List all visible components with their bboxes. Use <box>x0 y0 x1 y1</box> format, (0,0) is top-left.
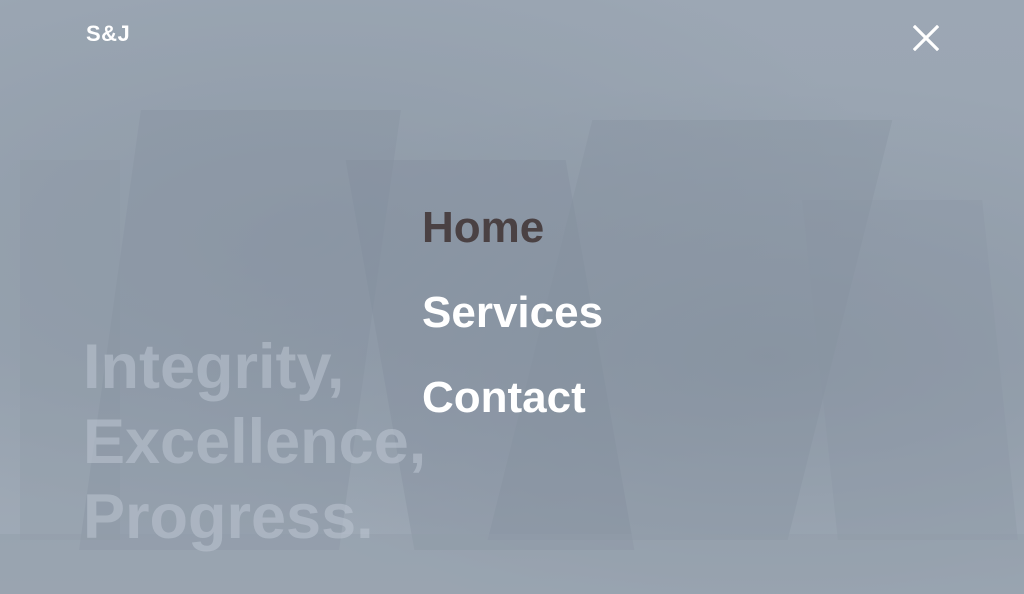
site-logo[interactable]: S&J <box>86 21 130 47</box>
main-nav-menu: Home Services Contact <box>422 185 603 440</box>
nav-item-home[interactable]: Home <box>422 185 603 270</box>
nav-item-contact[interactable]: Contact <box>422 355 603 440</box>
close-menu-button[interactable] <box>905 17 947 59</box>
nav-item-services[interactable]: Services <box>422 270 603 355</box>
close-icon <box>913 25 939 51</box>
